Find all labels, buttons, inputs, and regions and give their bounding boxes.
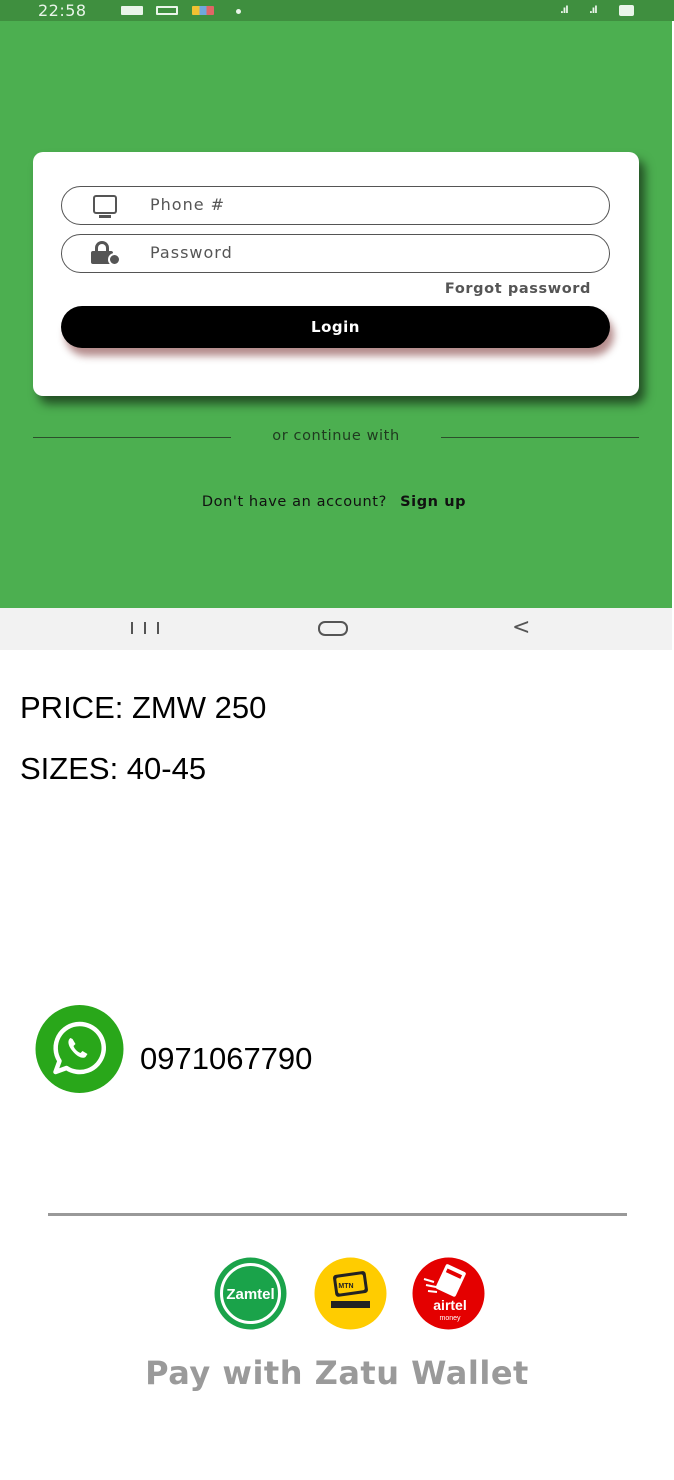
pay-with-zatu-wallet[interactable]: Pay with Zatu Wallet <box>0 1354 674 1392</box>
login-card: Forgot password Login <box>33 152 639 396</box>
back-icon[interactable]: < <box>512 615 530 640</box>
phone-field[interactable] <box>61 186 610 225</box>
signal-icon: .ıl <box>560 5 569 16</box>
airtel-money-text: money <box>439 1315 461 1322</box>
folder-icon <box>121 6 143 15</box>
login-button[interactable]: Login <box>61 306 610 348</box>
zamtel-logo-text: Zamtel <box>226 1286 274 1303</box>
login-screen: Forgot password Login or continue with D… <box>0 21 672 608</box>
sizes-text: SIZES: 40-45 <box>20 751 207 786</box>
signup-prompt: Don't have an account? <box>201 494 387 510</box>
airtel-money-logo[interactable]: airtel money <box>412 1257 485 1330</box>
airtel-logo-text: airtel <box>433 1297 466 1313</box>
status-bar: 22:58 .ıl .ıl <box>0 0 674 21</box>
mtn-logo-text: MTN <box>338 1283 353 1290</box>
notification-dot-icon <box>236 9 241 14</box>
section-divider <box>48 1213 627 1216</box>
mtn-momo-logo[interactable]: MTN <box>314 1257 387 1330</box>
battery-icon <box>619 5 634 16</box>
signal-icon-2: .ıl <box>589 5 598 16</box>
phone-icon <box>93 195 117 218</box>
continue-with-text: or continue with <box>272 428 400 444</box>
zamtel-logo[interactable]: Zamtel <box>214 1257 287 1330</box>
continue-with-divider: or continue with <box>33 426 639 448</box>
phone-input[interactable] <box>150 189 570 219</box>
price-text: PRICE: ZMW 250 <box>20 690 267 725</box>
photos-icon <box>192 6 214 15</box>
status-time: 22:58 <box>38 1 87 20</box>
whatsapp-icon[interactable] <box>34 1004 125 1094</box>
signup-row: Don't have an account? Sign up <box>0 494 672 510</box>
divider-line-right <box>441 437 639 438</box>
password-input[interactable] <box>150 237 570 267</box>
recents-icon[interactable] <box>131 622 159 636</box>
lock-icon <box>91 241 125 266</box>
mail-icon <box>156 6 178 15</box>
whatsapp-number[interactable]: 0971067790 <box>140 1041 312 1077</box>
forgot-password-link[interactable]: Forgot password <box>445 281 591 297</box>
password-field[interactable] <box>61 234 610 273</box>
signup-link[interactable]: Sign up <box>400 494 466 510</box>
android-nav-bar: < <box>0 608 672 650</box>
home-icon[interactable] <box>318 621 348 636</box>
